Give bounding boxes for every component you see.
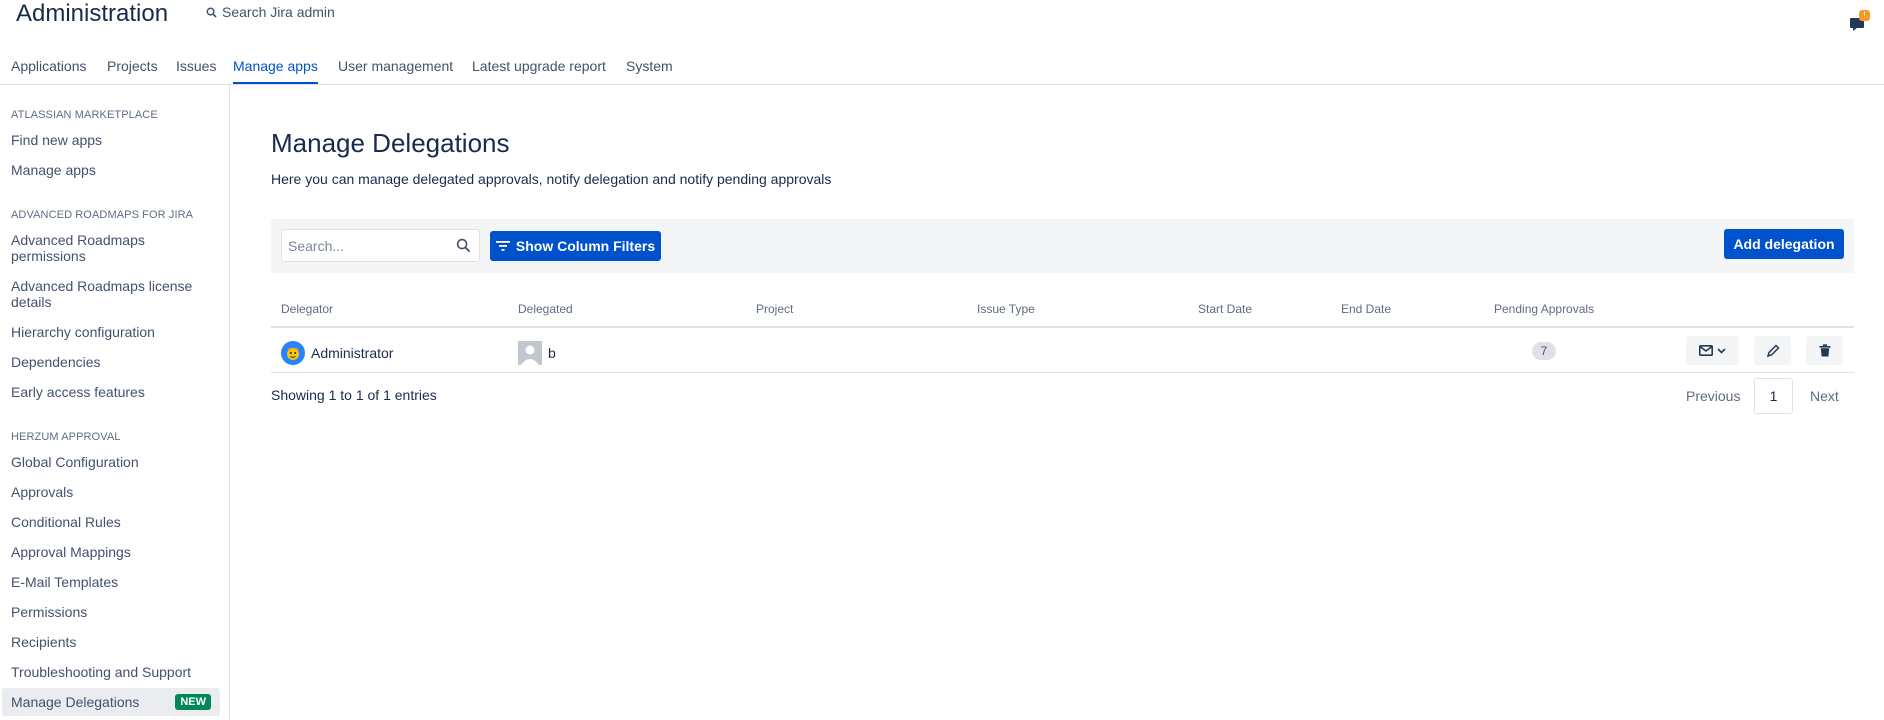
sidebar-item-manage-delegations[interactable]: Manage Delegations NEW (2, 688, 220, 716)
column-header-issue-type[interactable]: Issue Type (977, 302, 1035, 316)
sidebar-item-manage-apps[interactable]: Manage apps (11, 162, 216, 178)
sidebar-item-global-configuration[interactable]: Global Configuration (11, 454, 216, 470)
sidebar-section-title: ADVANCED ROADMAPS FOR JIRA (11, 209, 194, 221)
sidebar-item-hierarchy-configuration[interactable]: Hierarchy configuration (11, 324, 216, 340)
default-avatar-icon (521, 345, 539, 365)
show-column-filters-label: Show Column Filters (515, 238, 656, 254)
table-header: Delegator Delegated Project Issue Type S… (271, 298, 1854, 328)
table-row: Administrator b 7 (271, 328, 1854, 373)
column-header-pending-approvals[interactable]: Pending Approvals (1494, 302, 1594, 316)
search-icon[interactable] (456, 238, 471, 253)
mail-icon (1699, 345, 1713, 356)
pagination-next[interactable]: Next (1810, 388, 1839, 404)
pagination-previous[interactable]: Previous (1686, 388, 1740, 404)
avatar (281, 341, 305, 365)
sidebar-item-recipients[interactable]: Recipients (11, 634, 216, 650)
delete-delegation-button[interactable] (1806, 336, 1843, 365)
admin-title: Administration (16, 0, 169, 27)
user-avatar-icon (287, 347, 299, 360)
delegator-cell: Administrator (281, 341, 393, 365)
column-header-project[interactable]: Project (756, 302, 793, 316)
delegated-cell: b (518, 341, 556, 365)
sidebar-item-permissions[interactable]: Permissions (11, 604, 216, 620)
filter-icon (495, 241, 510, 251)
pencil-icon (1766, 343, 1780, 357)
column-header-end-date[interactable]: End Date (1341, 302, 1391, 316)
tab-issues[interactable]: Issues (176, 58, 216, 82)
top-bar: Administration Search Jira admin ! (0, 0, 1884, 31)
sidebar-item-roadmaps-license[interactable]: Advanced Roadmaps license details (11, 278, 216, 310)
avatar (518, 341, 542, 365)
sidebar-item-approvals[interactable]: Approvals (11, 484, 216, 500)
tab-user-management[interactable]: User management (338, 58, 453, 82)
sidebar-item-conditional-rules[interactable]: Conditional Rules (11, 514, 216, 530)
column-header-delegator[interactable]: Delegator (281, 302, 333, 316)
tab-system[interactable]: System (626, 58, 673, 82)
sidebar-item-early-access[interactable]: Early access features (11, 384, 216, 400)
column-header-delegated[interactable]: Delegated (518, 302, 573, 316)
column-header-start-date[interactable]: Start Date (1198, 302, 1252, 316)
search-field (281, 229, 480, 262)
admin-nav: Applications Projects Issues Manage apps… (0, 54, 1884, 85)
sidebar-item-label: Manage Delegations (11, 694, 140, 710)
entries-info: Showing 1 to 1 of 1 entries (271, 387, 437, 403)
tab-latest-upgrade-report[interactable]: Latest upgrade report (472, 58, 606, 82)
sidebar-item-dependencies[interactable]: Dependencies (11, 354, 216, 370)
search-jira-admin[interactable]: Search Jira admin (206, 4, 335, 20)
sidebar-item-email-templates[interactable]: E-Mail Templates (11, 574, 216, 590)
sidebar-section-title: ATLASSIAN MARKETPLACE (11, 109, 158, 121)
search-jira-admin-label: Search Jira admin (222, 4, 335, 20)
tab-applications[interactable]: Applications (11, 58, 87, 82)
trash-icon (1819, 344, 1830, 357)
delegator-name: Administrator (311, 345, 394, 361)
page-description: Here you can manage delegated approvals,… (271, 171, 832, 187)
sidebar-item-troubleshooting[interactable]: Troubleshooting and Support (11, 664, 216, 680)
notification-button[interactable]: ! (1848, 10, 1870, 34)
sidebar-section-title: HERZUM APPROVAL (11, 431, 121, 443)
notify-dropdown-button[interactable] (1686, 336, 1739, 365)
sidebar-item-find-new-apps[interactable]: Find new apps (11, 132, 216, 148)
sidebar-item-roadmaps-permissions[interactable]: Advanced Roadmaps permissions (11, 232, 216, 264)
delegated-name: b (548, 345, 556, 361)
page-title: Manage Delegations (271, 128, 510, 158)
table-toolbar: Show Column Filters Add delegation (271, 219, 1854, 273)
new-badge: NEW (175, 694, 211, 710)
sidebar: ATLASSIAN MARKETPLACE Find new apps Mana… (0, 85, 230, 720)
sidebar-item-approval-mappings[interactable]: Approval Mappings (11, 544, 216, 560)
pending-approvals-count[interactable]: 7 (1532, 342, 1556, 360)
tab-projects[interactable]: Projects (107, 58, 158, 82)
show-column-filters-button[interactable]: Show Column Filters (490, 231, 661, 261)
add-delegation-button[interactable]: Add delegation (1724, 229, 1844, 259)
chevron-down-icon (1717, 347, 1726, 354)
search-icon (206, 7, 217, 18)
search-input[interactable] (282, 230, 452, 261)
tab-manage-apps[interactable]: Manage apps (233, 58, 318, 84)
pagination-page-1[interactable]: 1 (1754, 378, 1793, 414)
notification-badge: ! (1859, 10, 1870, 21)
edit-delegation-button[interactable] (1754, 336, 1791, 365)
